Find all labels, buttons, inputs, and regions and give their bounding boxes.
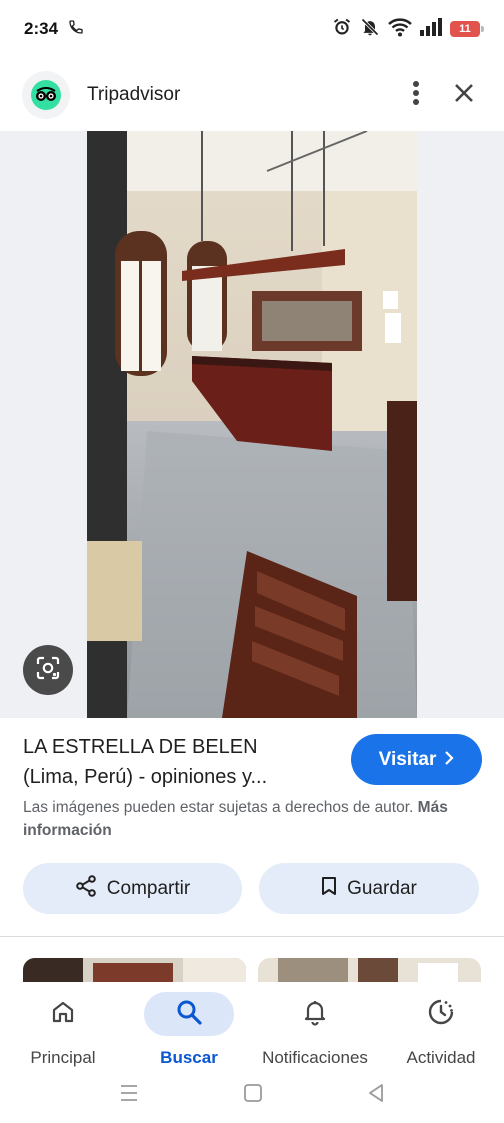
lens-button[interactable] xyxy=(23,645,73,695)
more-vert-icon[interactable] xyxy=(412,80,420,111)
search-icon xyxy=(175,998,203,1031)
copyright-text: Las imágenes pueden estar sujetas a dere… xyxy=(23,799,414,816)
system-navigation-bar xyxy=(0,1068,504,1123)
share-label: Compartir xyxy=(106,877,191,899)
image-viewer xyxy=(0,131,504,718)
result-title-line1[interactable]: LA ESTRELLA DE BELEN xyxy=(23,736,258,759)
site-name[interactable]: Tripadvisor xyxy=(87,84,180,106)
bottom-navigation: Principal Buscar Notificaciones Activida… xyxy=(0,982,504,1068)
battery-icon: 11 xyxy=(450,21,484,37)
nav-actividad[interactable]: Actividad xyxy=(378,982,504,1068)
tripadvisor-owl-icon xyxy=(22,71,70,119)
status-bar: 2:34 11 xyxy=(0,0,504,58)
alarm-icon xyxy=(332,17,352,42)
home-button-icon[interactable] xyxy=(243,1083,263,1108)
result-title-line2[interactable]: (Lima, Perú) - opiniones y... xyxy=(23,766,267,789)
phone-icon xyxy=(68,19,84,40)
share-icon xyxy=(75,874,97,903)
nav-label: Buscar xyxy=(160,1048,218,1067)
wifi-icon xyxy=(388,17,412,42)
share-button[interactable]: Compartir xyxy=(23,863,242,914)
save-button[interactable]: Guardar xyxy=(259,863,479,914)
close-icon[interactable] xyxy=(454,83,474,108)
nav-buscar[interactable]: Buscar xyxy=(126,982,252,1068)
copyright-notice: Las imágenes pueden estar sujetas a dere… xyxy=(23,796,485,842)
signal-icon xyxy=(420,17,442,41)
back-icon[interactable] xyxy=(367,1083,385,1108)
activity-icon xyxy=(427,998,455,1031)
recents-icon[interactable] xyxy=(119,1084,139,1107)
bookmark-icon xyxy=(321,876,337,902)
nav-principal[interactable]: Principal xyxy=(0,982,126,1068)
nav-label: Actividad xyxy=(406,1048,476,1067)
lens-icon xyxy=(35,655,61,686)
divider xyxy=(0,936,504,937)
visit-label: Visitar xyxy=(378,748,437,770)
source-header: Tripadvisor xyxy=(0,62,504,128)
bell-icon xyxy=(302,998,328,1031)
battery-level: 11 xyxy=(459,23,471,35)
nav-notificaciones[interactable]: Notificaciones xyxy=(252,982,378,1068)
nav-label: Notificaciones xyxy=(262,1048,368,1067)
visit-button[interactable]: Visitar xyxy=(351,734,482,785)
nav-label: Principal xyxy=(30,1048,96,1067)
save-label: Guardar xyxy=(347,877,417,899)
status-time: 2:34 xyxy=(24,19,59,38)
home-icon xyxy=(50,999,76,1030)
result-photo[interactable] xyxy=(87,131,417,718)
mute-icon xyxy=(360,17,380,42)
chevron-right-icon xyxy=(444,749,454,771)
